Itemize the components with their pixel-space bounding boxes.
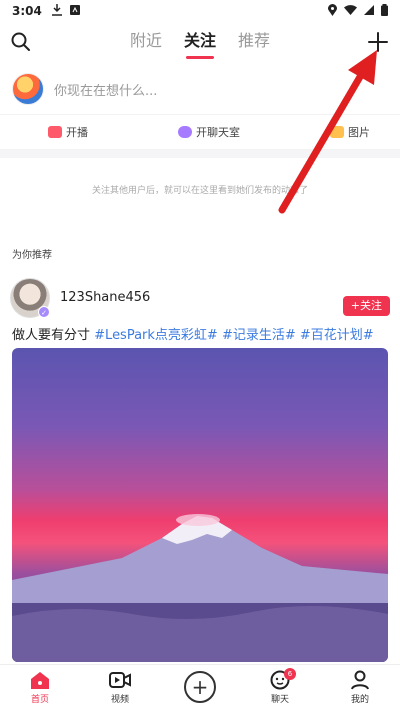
status-time: 3:04 <box>12 4 42 18</box>
my-avatar[interactable] <box>12 73 44 105</box>
image-icon <box>330 126 344 138</box>
nav-video[interactable]: 视频 <box>90 665 150 709</box>
post-header: ✓ 123Shane456 +关注 <box>10 278 390 318</box>
nav-label: 视频 <box>110 694 129 705</box>
recommend-section-title: 为你推荐 <box>12 250 52 261</box>
nav-create[interactable]: + <box>170 665 230 709</box>
tab-recommended[interactable]: 推荐 <box>238 27 270 57</box>
signal-icon <box>364 4 374 18</box>
search-icon[interactable] <box>10 31 32 53</box>
quick-action-label: 图片 <box>348 126 370 139</box>
chatroom-icon <box>178 126 192 138</box>
bottom-nav: 首页 视频 + 6 聊天 我的 <box>0 664 400 709</box>
compose-bar[interactable]: 你现在在想什么... <box>0 66 400 112</box>
wifi-icon <box>344 4 357 18</box>
quick-action-label: 开播 <box>66 126 88 139</box>
post-text-body: 做人要有分寸 <box>12 328 91 343</box>
post-text[interactable]: 做人要有分寸 #LesPark点亮彩虹# #记录生活# #百花计划# <box>12 324 374 343</box>
post-hashtag[interactable]: #LesPark点亮彩虹# <box>94 328 218 343</box>
quick-action-label: 开聊天室 <box>196 126 240 139</box>
live-icon <box>48 126 62 138</box>
notification-app-icon <box>69 4 80 18</box>
compose-placeholder[interactable]: 你现在在想什么... <box>54 80 157 99</box>
post-hashtag[interactable]: #百花计划# <box>300 328 374 343</box>
post-hashtag[interactable]: #记录生活# <box>222 328 296 343</box>
quick-action-live[interactable]: 开播 <box>48 124 88 140</box>
section-divider <box>0 150 400 158</box>
nav-chat[interactable]: 6 聊天 <box>250 665 310 709</box>
profile-icon <box>349 670 371 690</box>
mountain-photo <box>12 514 388 662</box>
chat-unread-badge: 6 <box>284 667 296 680</box>
feed-tabs: 附近 关注 推荐 <box>130 27 270 57</box>
download-icon <box>51 3 62 19</box>
verified-badge-icon: ✓ <box>38 306 50 318</box>
create-plus-icon: + <box>184 671 216 703</box>
tab-following[interactable]: 关注 <box>184 27 216 57</box>
nav-label: 首页 <box>30 694 49 705</box>
post-image[interactable] <box>12 348 388 662</box>
nav-label: 我的 <box>350 694 369 705</box>
home-icon <box>29 670 51 690</box>
add-plus-icon[interactable] <box>366 30 390 54</box>
nav-label: 聊天 <box>270 694 289 705</box>
battery-icon <box>381 3 388 19</box>
nav-profile[interactable]: 我的 <box>330 665 390 709</box>
top-nav: 附近 关注 推荐 <box>0 22 400 62</box>
location-icon <box>328 3 337 19</box>
quick-action-chatroom[interactable]: 开聊天室 <box>178 124 240 140</box>
follow-button[interactable]: +关注 <box>342 296 390 316</box>
post-username[interactable]: 123Shane456 <box>60 290 150 305</box>
video-icon <box>109 670 131 690</box>
quick-action-image[interactable]: 图片 <box>330 124 370 140</box>
follow-empty-hint: 关注其他用户后，就可以在这里看到她们发布的动态了 <box>91 186 308 196</box>
quick-actions: 开播 开聊天室 图片 <box>0 114 400 150</box>
status-bar: 3:04 <box>0 0 400 22</box>
tab-nearby[interactable]: 附近 <box>130 27 162 57</box>
nav-home[interactable]: 首页 <box>10 665 70 709</box>
